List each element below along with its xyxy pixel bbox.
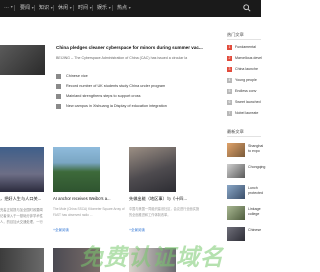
nav-divider bbox=[14, 5, 15, 11]
hot-article-item[interactable]: 4 Young people bbox=[227, 77, 261, 84]
bullet-icon bbox=[56, 94, 61, 99]
rank-badge: 2 bbox=[227, 56, 232, 61]
list-item[interactable]: Record number of UK students study China… bbox=[56, 83, 206, 91]
hot-article-title[interactable]: Marvellous devel bbox=[235, 56, 262, 60]
rank-badge: 6 bbox=[227, 100, 232, 105]
left-story-image[interactable] bbox=[0, 147, 44, 192]
chevron-down-icon: ▼ bbox=[128, 6, 132, 10]
rank-badge: 4 bbox=[227, 78, 232, 83]
nav-item-partial[interactable]: …▼ bbox=[4, 4, 13, 10]
card-summary: 中国与美国一同组织建设社区，会议进行全面实施的全面推进和工作体制改革。 bbox=[129, 207, 200, 217]
nav-divider bbox=[92, 5, 93, 11]
rank-badge: 7 bbox=[227, 111, 232, 116]
nav-divider bbox=[53, 5, 54, 11]
bullet-icon bbox=[56, 74, 61, 79]
nav-item-entertainment[interactable]: 娱乐▼ bbox=[97, 4, 111, 11]
latest-article-title[interactable]: Linkage college bbox=[248, 207, 261, 217]
card-summary: The Mole (China SSCA) Kilometer Square A… bbox=[53, 207, 125, 217]
hot-article-item[interactable]: 3 China launche bbox=[227, 66, 261, 73]
chevron-down-icon: ▼ bbox=[69, 6, 73, 10]
news-item-title[interactable]: Mainland strengthens steps to support cr… bbox=[66, 94, 141, 98]
latest-article-item[interactable]: Chinese bbox=[227, 227, 261, 243]
hot-article-title[interactable]: Endless conv bbox=[235, 89, 256, 93]
article-thumbnail[interactable] bbox=[227, 185, 245, 199]
nav-divider bbox=[112, 5, 113, 11]
latest-articles-heading: 最新文章 bbox=[227, 129, 244, 134]
nav-divider bbox=[73, 5, 74, 11]
card-image-radio-telescope[interactable] bbox=[53, 147, 100, 192]
hot-article-title[interactable]: Sweet launched bbox=[235, 100, 261, 104]
bullet-icon bbox=[56, 104, 61, 109]
hot-articles-heading: 热门文章 bbox=[227, 32, 244, 37]
news-item-title[interactable]: Chinese vice bbox=[66, 74, 88, 78]
card-image-meeting[interactable] bbox=[129, 147, 176, 192]
divider bbox=[227, 39, 261, 40]
rank-badge: 5 bbox=[227, 89, 232, 94]
lead-story-image[interactable] bbox=[0, 45, 45, 75]
article-thumbnail[interactable] bbox=[227, 164, 245, 178]
latest-article-title[interactable]: Chongqing bbox=[248, 165, 265, 170]
nav-item-news[interactable]: 要闻▼ bbox=[20, 4, 34, 11]
hot-article-item[interactable]: 2 Marvellous devel bbox=[227, 55, 262, 62]
news-item-title[interactable]: Record number of UK students study China… bbox=[66, 84, 165, 88]
nav-item-knowledge[interactable]: 知识▼ bbox=[39, 4, 53, 11]
nav-item-leisure[interactable]: 休闲▼ bbox=[58, 4, 72, 11]
hot-article-title[interactable]: China launche bbox=[235, 67, 258, 71]
hot-article-title[interactable]: Nobel laureate bbox=[235, 111, 258, 115]
hot-article-title[interactable]: Young people bbox=[235, 78, 257, 82]
article-thumbnail[interactable] bbox=[227, 206, 245, 220]
nav-item-hot[interactable]: 热点▼ bbox=[117, 4, 131, 11]
latest-article-item[interactable]: Shanghai to expo bbox=[227, 143, 263, 159]
read-more-link[interactable]: +全景阅读 bbox=[129, 228, 145, 233]
chevron-down-icon: ▼ bbox=[10, 5, 14, 9]
list-item[interactable]: Mainland strengthens steps to support cr… bbox=[56, 93, 206, 101]
nav-divider bbox=[34, 5, 35, 11]
rank-badge: 1 bbox=[227, 45, 232, 50]
top-navigation-bar: …▼ 要闻▼ 知识▼ 休闲▼ 时间▼ 娱乐▼ 热点▼ bbox=[0, 0, 261, 17]
left-story-title[interactable]: ，把好人生与人口关... bbox=[0, 196, 41, 202]
chevron-down-icon: ▼ bbox=[108, 6, 112, 10]
latest-article-item[interactable]: Linkage college bbox=[227, 206, 261, 222]
list-item[interactable]: New campus in Xishuang ia Display of edu… bbox=[56, 103, 206, 111]
hot-article-item[interactable]: 5 Endless conv bbox=[227, 88, 261, 95]
watermark-overlay: 免费认证域名 bbox=[80, 244, 224, 270]
article-thumbnail[interactable] bbox=[227, 143, 245, 157]
divider bbox=[227, 136, 261, 137]
card-title[interactable]: 先做出能（地区事）与《十四... bbox=[129, 196, 187, 202]
search-icon[interactable] bbox=[243, 4, 251, 12]
hot-article-title[interactable]: Fundamental bbox=[235, 45, 256, 49]
rank-badge: 3 bbox=[227, 67, 232, 72]
hot-article-item[interactable]: 7 Nobel laureate bbox=[227, 110, 261, 117]
latest-article-item[interactable]: Chongqing bbox=[227, 164, 265, 180]
bottom-story-image[interactable] bbox=[0, 248, 44, 272]
lead-story-title[interactable]: China pledges cleaner cyberspace for min… bbox=[56, 45, 203, 50]
read-more-link[interactable]: +全景阅读 bbox=[53, 228, 69, 233]
article-thumbnail[interactable] bbox=[227, 227, 245, 241]
nav-item-time[interactable]: 时间▼ bbox=[78, 4, 92, 11]
latest-article-title[interactable]: Shanghai to expo bbox=[248, 144, 263, 154]
latest-article-title[interactable]: Chinese bbox=[248, 228, 261, 233]
lead-story-summary: BEIJING -- The Cyberspace Administration… bbox=[56, 56, 188, 60]
hot-article-item[interactable]: 6 Sweet launched bbox=[227, 99, 261, 106]
hot-article-item[interactable]: 1 Fundamental bbox=[227, 44, 261, 51]
latest-article-title[interactable]: Lunch protected bbox=[248, 186, 263, 196]
bullet-icon bbox=[56, 84, 61, 89]
list-item[interactable]: Chinese vice bbox=[56, 73, 206, 81]
card-title[interactable]: AI anchor receives Weibo's a... bbox=[53, 196, 111, 201]
latest-article-item[interactable]: Lunch protected bbox=[227, 185, 263, 201]
left-story-summary: 完善正前提与加全国时政要闻 记者深入于一基础分钟学术性 人，的目加大交通处理，一… bbox=[0, 208, 43, 224]
news-item-title[interactable]: New campus in Xishuang ia Display of edu… bbox=[66, 104, 167, 108]
